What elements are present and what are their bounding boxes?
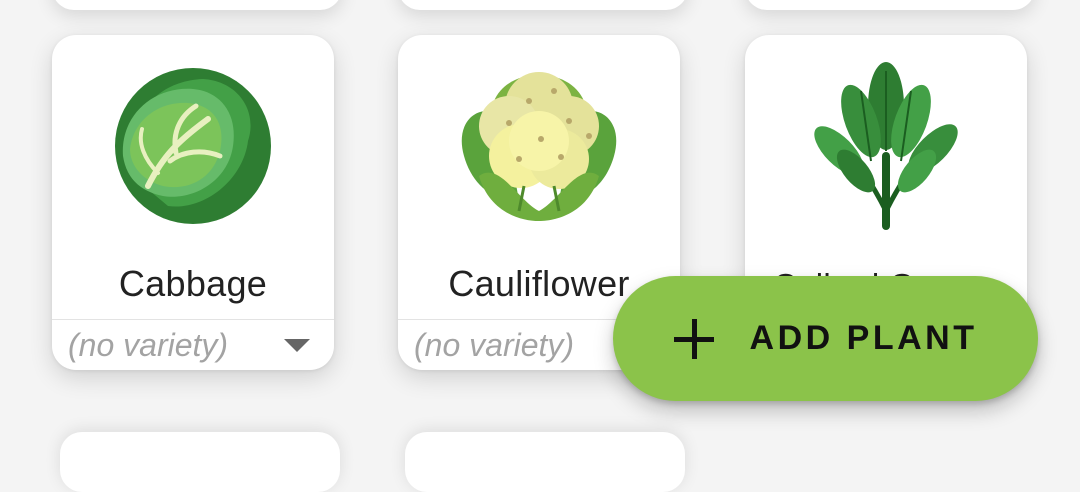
add-plant-label: ADD PLANT	[749, 319, 978, 357]
card-row-above	[52, 0, 342, 10]
plus-icon	[673, 318, 714, 359]
card-row-above	[398, 0, 688, 10]
variety-label: (no variety)	[414, 327, 575, 363]
cabbage-icon	[52, 51, 334, 241]
collard-greens-icon	[745, 51, 1027, 241]
add-plant-button[interactable]: ADD PLANT	[613, 276, 1038, 401]
plant-name: Cabbage	[118, 263, 268, 304]
card-divider	[52, 319, 334, 320]
dropdown-arrow-icon	[284, 339, 310, 352]
variety-label: (no variety)	[68, 327, 229, 363]
card-row-below	[405, 432, 685, 492]
plant-card-cabbage[interactable]: Cabbage (no variety)	[52, 35, 334, 370]
variety-dropdown[interactable]: (no variety)	[68, 321, 318, 370]
card-row-below	[60, 432, 340, 492]
card-row-above	[745, 0, 1035, 10]
cauliflower-icon	[398, 51, 680, 241]
